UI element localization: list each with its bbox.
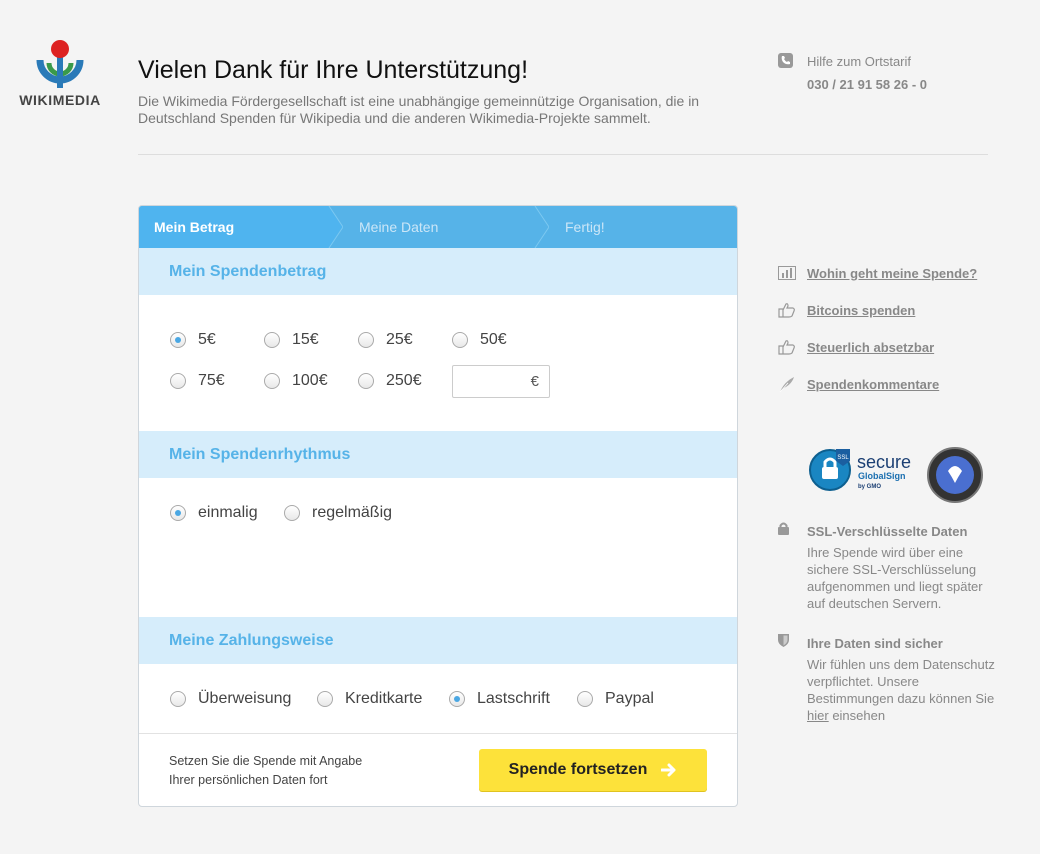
sidebar-link-label[interactable]: Steuerlich absetzbar (807, 340, 934, 355)
thumbs-up-icon (778, 303, 795, 318)
feather-icon (779, 377, 794, 392)
radio-icon[interactable] (264, 332, 280, 348)
wikimedia-logo-icon (36, 40, 84, 88)
radio-icon[interactable] (170, 373, 186, 389)
shield-icon (778, 634, 789, 647)
ssl-heading: SSL-Verschlüsselte Daten (807, 524, 968, 539)
payment-label: Paypal (605, 690, 654, 707)
section-payment-title: Meine Zahlungsweise (169, 632, 334, 649)
amount-option-15[interactable]: 15€ (264, 331, 319, 349)
privacy-heading: Ihre Daten sind sicher (807, 636, 943, 651)
svg-text:by GMO: by GMO (858, 484, 881, 490)
amount-option-250[interactable]: 250€ (358, 372, 422, 390)
amount-label: 250€ (386, 372, 422, 389)
svg-text:SSL: SSL (837, 455, 849, 461)
ssl-secure-badge-icon: SSL secure GlobalSign by GMO (809, 449, 911, 491)
section-rhythm-heading: Mein Spendenrhythmus (139, 431, 737, 478)
donation-form-card: Mein Betrag Meine Daten Fertig! Mein Spe… (138, 205, 738, 807)
progress-steps: Mein Betrag Meine Daten Fertig! (139, 206, 737, 248)
step-mein-betrag: Mein Betrag (154, 219, 235, 235)
privacy-text: Wir fühlen uns dem Datenschutz verpflich… (807, 657, 995, 706)
privacy-text-end: einsehen (832, 708, 886, 723)
radio-icon[interactable] (170, 332, 186, 348)
hotline-number: 030 / 21 91 58 26 - 0 (807, 77, 927, 92)
amount-label: 75€ (198, 372, 225, 389)
radio-icon[interactable] (284, 505, 300, 521)
step-meine-daten: Meine Daten (359, 219, 439, 235)
sidebar-link-kommentare[interactable]: Spendenkommentare (778, 376, 939, 392)
footer-hint-line: Setzen Sie die Spende mit Angabe (169, 754, 363, 768)
step-separator-icon (321, 206, 343, 248)
amount-label: 100€ (292, 372, 328, 389)
sidebar-link-bitcoins[interactable]: Bitcoins spenden (778, 302, 915, 318)
step-fertig: Fertig! (565, 219, 605, 235)
thumbs-up-icon (778, 340, 795, 355)
payment-option-lastschrift[interactable]: Lastschrift (449, 690, 550, 708)
radio-icon[interactable] (358, 332, 374, 348)
header-divider (138, 154, 988, 155)
rhythm-label: einmalig (198, 504, 258, 521)
amount-option-50[interactable]: 50€ (452, 331, 507, 349)
radio-icon[interactable] (170, 505, 186, 521)
svg-text:GlobalSign: GlobalSign (858, 471, 906, 481)
privacy-link[interactable]: hier (807, 708, 829, 723)
wikimedia-logo[interactable]: WIKIMEDIA (10, 38, 110, 108)
radio-icon[interactable] (170, 691, 186, 707)
payment-option-ueberweisung[interactable]: Überweisung (170, 690, 291, 708)
amount-option-75[interactable]: 75€ (170, 372, 225, 390)
radio-icon[interactable] (317, 691, 333, 707)
section-amount-title: Mein Spendenbetrag (169, 263, 327, 280)
payment-label: Kreditkarte (345, 690, 423, 707)
radio-icon[interactable] (264, 373, 280, 389)
page-title: Vielen Dank für Ihre Unterstützung! (138, 56, 529, 84)
step-separator-icon (534, 206, 549, 248)
hotline-label: Hilfe zum Ortstarif (807, 54, 912, 69)
chart-icon (778, 266, 796, 280)
security-badges: SSL secure GlobalSign by GMO (809, 447, 983, 503)
footer-hint-line: Ihrer persönlichen Daten fort (169, 773, 328, 787)
intro-text: Die Wikimedia Fördergesellschaft ist ein… (138, 93, 700, 126)
amount-option-25[interactable]: 25€ (358, 331, 413, 349)
amount-label: 5€ (198, 331, 216, 348)
lock-icon (778, 522, 789, 535)
rhythm-option-einmalig[interactable]: einmalig (170, 504, 258, 522)
sidebar-link-wohin[interactable]: Wohin geht meine Spende? (778, 265, 977, 281)
amount-option-100[interactable]: 100€ (264, 372, 328, 390)
section-payment-heading: Meine Zahlungsweise (139, 617, 737, 664)
footer-divider (139, 733, 737, 734)
radio-icon[interactable] (577, 691, 593, 707)
ssl-description: Ihre Spende wird über eine sichere SSL-V… (807, 545, 983, 611)
radio-icon[interactable] (452, 332, 468, 348)
sidebar-link-label[interactable]: Bitcoins spenden (807, 303, 915, 318)
continue-button-label: Spende fortsetzen (508, 761, 648, 778)
arrow-right-icon (661, 763, 676, 777)
amount-label: 25€ (386, 331, 413, 348)
payment-option-paypal[interactable]: Paypal (577, 690, 654, 708)
sidebar-link-steuerlich[interactable]: Steuerlich absetzbar (778, 339, 934, 355)
footer-hint: Setzen Sie die Spende mit Angabe Ihrer p… (169, 752, 362, 790)
section-rhythm-title: Mein Spendenrhythmus (169, 446, 351, 463)
section-amount-heading: Mein Spendenbetrag (139, 248, 737, 295)
privacy-description: Wir fühlen uns dem Datenschutz verpflich… (807, 656, 997, 724)
payment-label: Überweisung (198, 690, 292, 707)
custom-amount-input[interactable]: € (452, 365, 550, 398)
rhythm-option-regelmaessig[interactable]: regelmäßig (284, 504, 392, 522)
sidebar-link-label[interactable]: Wohin geht meine Spende? (807, 266, 977, 281)
logo-text: WIKIMEDIA (19, 92, 101, 108)
rhythm-label: regelmäßig (312, 504, 393, 521)
continue-donation-button[interactable]: Spende fortsetzen (479, 749, 707, 791)
radio-icon[interactable] (358, 373, 374, 389)
payment-label: Lastschrift (477, 690, 550, 707)
amount-option-5[interactable]: 5€ (170, 331, 216, 349)
payment-option-kreditkarte[interactable]: Kreditkarte (317, 690, 422, 708)
svg-text:secure: secure (857, 452, 911, 472)
radio-icon[interactable] (449, 691, 465, 707)
owasp-badge-icon (927, 447, 983, 503)
amount-label: 50€ (480, 331, 507, 348)
phone-icon (778, 53, 793, 68)
amount-label: 15€ (292, 331, 319, 348)
sidebar-link-label[interactable]: Spendenkommentare (807, 377, 939, 392)
